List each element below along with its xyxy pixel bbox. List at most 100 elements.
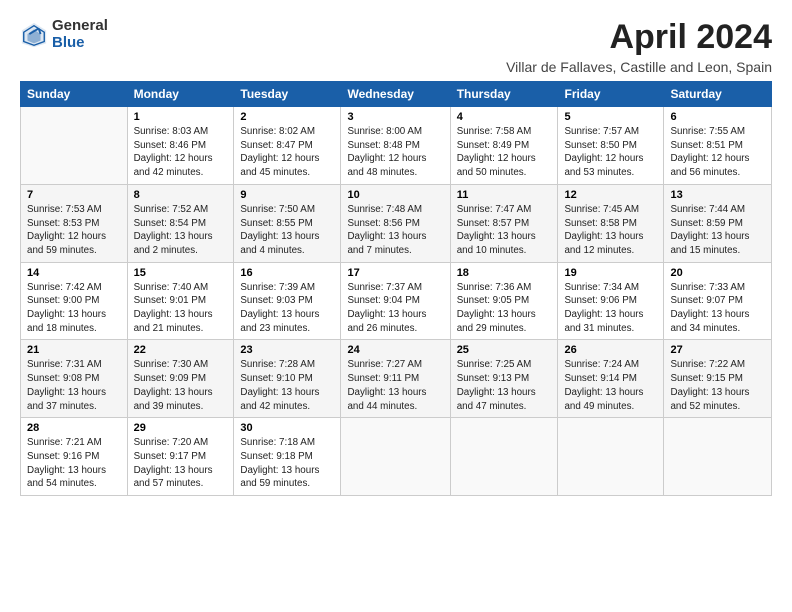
day-info: Sunrise: 8:02 AM Sunset: 8:47 PM Dayligh… (240, 125, 334, 180)
calendar-week-2: 7 Sunrise: 7:53 AM Sunset: 8:53 PM Daylig… (21, 184, 772, 262)
day-info: Sunrise: 7:53 AM Sunset: 8:53 PM Dayligh… (27, 203, 121, 258)
day-info: Sunrise: 7:18 AM Sunset: 9:18 PM Dayligh… (240, 436, 334, 491)
calendar-cell: 21 Sunrise: 7:31 AM Sunset: 9:08 PM Dayli… (21, 340, 128, 418)
calendar-cell: 13Sunrise: 7:44 AM Sunset: 8:59 PM Dayli… (664, 184, 772, 262)
day-number: 27 (670, 344, 765, 356)
calendar-week-1: 1 Sunrise: 8:03 AM Sunset: 8:46 PM Daylig… (21, 107, 772, 185)
day-info: Sunrise: 7:52 AM Sunset: 8:54 PM Dayligh… (134, 203, 228, 258)
subtitle: Villar de Fallaves, Castille and Leon, S… (506, 59, 772, 75)
calendar-week-5: 28 Sunrise: 7:21 AM Sunset: 9:16 PM Dayli… (21, 418, 772, 496)
day-number: 16 (240, 267, 334, 279)
day-number: 15 (134, 267, 228, 279)
day-number: 26 (564, 344, 657, 356)
col-sunday: Sunday (21, 82, 128, 107)
day-number: 19 (564, 267, 657, 279)
logo-text: General Blue (52, 18, 108, 51)
calendar-cell: 22Sunrise: 7:30 AM Sunset: 9:09 PM Dayli… (127, 340, 234, 418)
day-number: 9 (240, 189, 334, 201)
calendar-cell: 28 Sunrise: 7:21 AM Sunset: 9:16 PM Dayli… (21, 418, 128, 496)
day-info: Sunrise: 7:22 AM Sunset: 9:15 PM Dayligh… (670, 358, 765, 413)
main-title: April 2024 (506, 18, 772, 57)
day-info: Sunrise: 7:50 AM Sunset: 8:55 PM Dayligh… (240, 203, 334, 258)
calendar-week-4: 21 Sunrise: 7:31 AM Sunset: 9:08 PM Dayli… (21, 340, 772, 418)
day-number: 30 (240, 422, 334, 434)
col-saturday: Saturday (664, 82, 772, 107)
calendar-cell: 14 Sunrise: 7:42 AM Sunset: 9:00 PM Dayli… (21, 262, 128, 340)
calendar-cell: 18Sunrise: 7:36 AM Sunset: 9:05 PM Dayli… (450, 262, 558, 340)
calendar-cell: 12 Sunrise: 7:45 AM Sunset: 8:58 PM Dayli… (558, 184, 664, 262)
day-info: Sunrise: 7:39 AM Sunset: 9:03 PM Dayligh… (240, 281, 334, 336)
calendar-cell (21, 107, 128, 185)
logo: General Blue (20, 18, 108, 51)
col-friday: Friday (558, 82, 664, 107)
day-number: 22 (134, 344, 228, 356)
logo-icon (20, 21, 48, 49)
day-info: Sunrise: 7:31 AM Sunset: 9:08 PM Dayligh… (27, 358, 121, 413)
day-number: 29 (134, 422, 228, 434)
calendar-cell: 11 Sunrise: 7:47 AM Sunset: 8:57 PM Dayli… (450, 184, 558, 262)
calendar-cell: 25 Sunrise: 7:25 AM Sunset: 9:13 PM Dayli… (450, 340, 558, 418)
day-number: 10 (347, 189, 443, 201)
calendar-cell: 15 Sunrise: 7:40 AM Sunset: 9:01 PM Dayli… (127, 262, 234, 340)
day-info: Sunrise: 7:24 AM Sunset: 9:14 PM Dayligh… (564, 358, 657, 413)
day-number: 14 (27, 267, 121, 279)
day-number: 21 (27, 344, 121, 356)
calendar-cell: 10Sunrise: 7:48 AM Sunset: 8:56 PM Dayli… (341, 184, 450, 262)
day-number: 1 (134, 111, 228, 123)
day-info: Sunrise: 7:37 AM Sunset: 9:04 PM Dayligh… (347, 281, 443, 336)
day-info: Sunrise: 8:03 AM Sunset: 8:46 PM Dayligh… (134, 125, 228, 180)
calendar-week-3: 14 Sunrise: 7:42 AM Sunset: 9:00 PM Dayli… (21, 262, 772, 340)
col-wednesday: Wednesday (341, 82, 450, 107)
day-info: Sunrise: 7:57 AM Sunset: 8:50 PM Dayligh… (564, 125, 657, 180)
calendar-cell: 24 Sunrise: 7:27 AM Sunset: 9:11 PM Dayli… (341, 340, 450, 418)
calendar-cell: 27 Sunrise: 7:22 AM Sunset: 9:15 PM Dayli… (664, 340, 772, 418)
day-number: 3 (347, 111, 443, 123)
calendar-cell: 6Sunrise: 7:55 AM Sunset: 8:51 PM Daylig… (664, 107, 772, 185)
day-number: 5 (564, 111, 657, 123)
col-thursday: Thursday (450, 82, 558, 107)
day-info: Sunrise: 7:34 AM Sunset: 9:06 PM Dayligh… (564, 281, 657, 336)
day-number: 20 (670, 267, 765, 279)
calendar-cell: 4Sunrise: 7:58 AM Sunset: 8:49 PM Daylig… (450, 107, 558, 185)
day-number: 25 (457, 344, 552, 356)
col-monday: Monday (127, 82, 234, 107)
calendar-cell: 1 Sunrise: 8:03 AM Sunset: 8:46 PM Daylig… (127, 107, 234, 185)
calendar-cell: 5 Sunrise: 7:57 AM Sunset: 8:50 PM Daylig… (558, 107, 664, 185)
day-info: Sunrise: 7:21 AM Sunset: 9:16 PM Dayligh… (27, 436, 121, 491)
day-info: Sunrise: 7:36 AM Sunset: 9:05 PM Dayligh… (457, 281, 552, 336)
calendar-cell: 8 Sunrise: 7:52 AM Sunset: 8:54 PM Daylig… (127, 184, 234, 262)
calendar-cell: 26 Sunrise: 7:24 AM Sunset: 9:14 PM Dayli… (558, 340, 664, 418)
header: General Blue April 2024 Villar de Fallav… (20, 18, 772, 75)
day-info: Sunrise: 7:45 AM Sunset: 8:58 PM Dayligh… (564, 203, 657, 258)
day-info: Sunrise: 7:25 AM Sunset: 9:13 PM Dayligh… (457, 358, 552, 413)
day-number: 8 (134, 189, 228, 201)
day-info: Sunrise: 7:42 AM Sunset: 9:00 PM Dayligh… (27, 281, 121, 336)
calendar-cell (558, 418, 664, 496)
calendar-cell: 20 Sunrise: 7:33 AM Sunset: 9:07 PM Dayli… (664, 262, 772, 340)
day-info: Sunrise: 8:00 AM Sunset: 8:48 PM Dayligh… (347, 125, 443, 180)
day-info: Sunrise: 7:27 AM Sunset: 9:11 PM Dayligh… (347, 358, 443, 413)
day-number: 24 (347, 344, 443, 356)
calendar-cell (664, 418, 772, 496)
page: General Blue April 2024 Villar de Fallav… (0, 0, 792, 506)
day-number: 17 (347, 267, 443, 279)
day-number: 23 (240, 344, 334, 356)
calendar-cell (450, 418, 558, 496)
calendar-cell: 23Sunrise: 7:28 AM Sunset: 9:10 PM Dayli… (234, 340, 341, 418)
header-row: Sunday Monday Tuesday Wednesday Thursday… (21, 82, 772, 107)
day-info: Sunrise: 7:47 AM Sunset: 8:57 PM Dayligh… (457, 203, 552, 258)
calendar-cell: 29 Sunrise: 7:20 AM Sunset: 9:17 PM Dayli… (127, 418, 234, 496)
calendar-cell: 2 Sunrise: 8:02 AM Sunset: 8:47 PM Daylig… (234, 107, 341, 185)
day-info: Sunrise: 7:58 AM Sunset: 8:49 PM Dayligh… (457, 125, 552, 180)
day-number: 11 (457, 189, 552, 201)
calendar-cell (341, 418, 450, 496)
logo-general-text: General (52, 18, 108, 35)
day-number: 28 (27, 422, 121, 434)
day-number: 7 (27, 189, 121, 201)
day-number: 2 (240, 111, 334, 123)
col-tuesday: Tuesday (234, 82, 341, 107)
day-info: Sunrise: 7:40 AM Sunset: 9:01 PM Dayligh… (134, 281, 228, 336)
day-number: 12 (564, 189, 657, 201)
day-info: Sunrise: 7:33 AM Sunset: 9:07 PM Dayligh… (670, 281, 765, 336)
day-info: Sunrise: 7:20 AM Sunset: 9:17 PM Dayligh… (134, 436, 228, 491)
